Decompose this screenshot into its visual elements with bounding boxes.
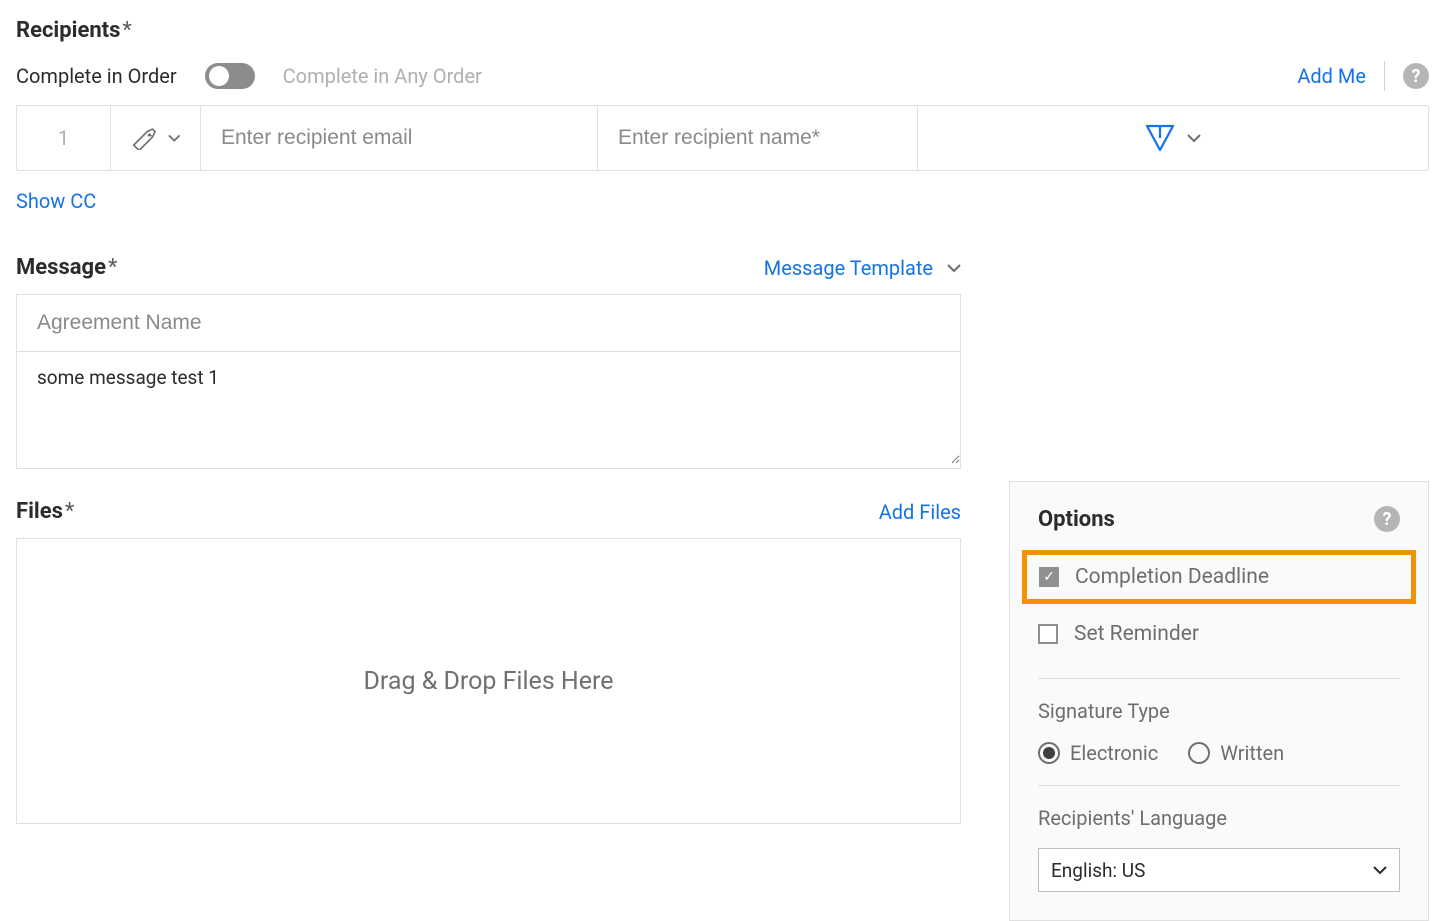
message-title: Message* xyxy=(16,255,117,280)
set-reminder-option[interactable]: Set Reminder xyxy=(1038,610,1400,658)
written-label: Written xyxy=(1220,741,1284,765)
show-cc-link[interactable]: Show CC xyxy=(16,189,1429,213)
help-icon[interactable]: ? xyxy=(1374,506,1400,532)
chevron-down-icon xyxy=(168,133,180,143)
recipient-role-selector[interactable] xyxy=(111,106,201,170)
message-template-label: Message Template xyxy=(764,256,933,280)
add-files-link[interactable]: Add Files xyxy=(879,500,961,524)
recipient-name-input[interactable] xyxy=(618,126,897,150)
help-icon[interactable]: ? xyxy=(1403,63,1429,89)
dropzone-text: Drag & Drop Files Here xyxy=(363,667,613,696)
radio-unselected-icon xyxy=(1188,742,1210,764)
signature-electronic-option[interactable]: Electronic xyxy=(1038,741,1158,765)
recipient-row: 1 xyxy=(16,105,1429,171)
completion-deadline-label: Completion Deadline xyxy=(1075,565,1269,589)
send-icon xyxy=(1145,124,1175,152)
recipient-order-number: 1 xyxy=(17,106,111,170)
language-value: English: US xyxy=(1051,859,1145,882)
divider xyxy=(1038,785,1400,786)
completion-deadline-option[interactable]: Completion Deadline xyxy=(1022,550,1416,604)
add-me-link[interactable]: Add Me xyxy=(1297,64,1366,88)
signature-type-label: Signature Type xyxy=(1038,699,1400,723)
toggle-knob xyxy=(209,66,229,86)
chevron-down-icon xyxy=(1187,133,1201,143)
agreement-name-input[interactable] xyxy=(17,295,960,352)
complete-order-toggle[interactable] xyxy=(205,63,255,89)
delivery-method-selector[interactable] xyxy=(918,106,1428,170)
recipients-language-label: Recipients' Language xyxy=(1038,806,1400,830)
radio-selected-icon xyxy=(1038,742,1060,764)
completion-deadline-checkbox[interactable] xyxy=(1039,567,1059,587)
recipients-title: Recipients* xyxy=(16,18,132,43)
recipient-email-input[interactable] xyxy=(221,126,577,150)
files-title: Files* xyxy=(16,499,74,524)
message-template-button[interactable]: Message Template xyxy=(764,256,961,280)
options-title: Options xyxy=(1038,507,1115,532)
chevron-down-icon xyxy=(1373,865,1387,875)
options-panel: Options ? Completion Deadline Set Remind… xyxy=(1009,481,1429,921)
complete-any-order-label: Complete in Any Order xyxy=(283,64,482,88)
divider xyxy=(1384,61,1385,91)
pen-nib-icon xyxy=(131,126,160,150)
chevron-down-icon xyxy=(947,263,961,273)
set-reminder-checkbox[interactable] xyxy=(1038,624,1058,644)
set-reminder-label: Set Reminder xyxy=(1074,622,1199,646)
electronic-label: Electronic xyxy=(1070,741,1158,765)
complete-in-order-label: Complete in Order xyxy=(16,64,177,88)
divider xyxy=(1038,678,1400,679)
signature-written-option[interactable]: Written xyxy=(1188,741,1284,765)
message-body-textarea[interactable] xyxy=(17,352,960,464)
language-select[interactable]: English: US xyxy=(1038,848,1400,892)
file-dropzone[interactable]: Drag & Drop Files Here xyxy=(16,538,961,824)
